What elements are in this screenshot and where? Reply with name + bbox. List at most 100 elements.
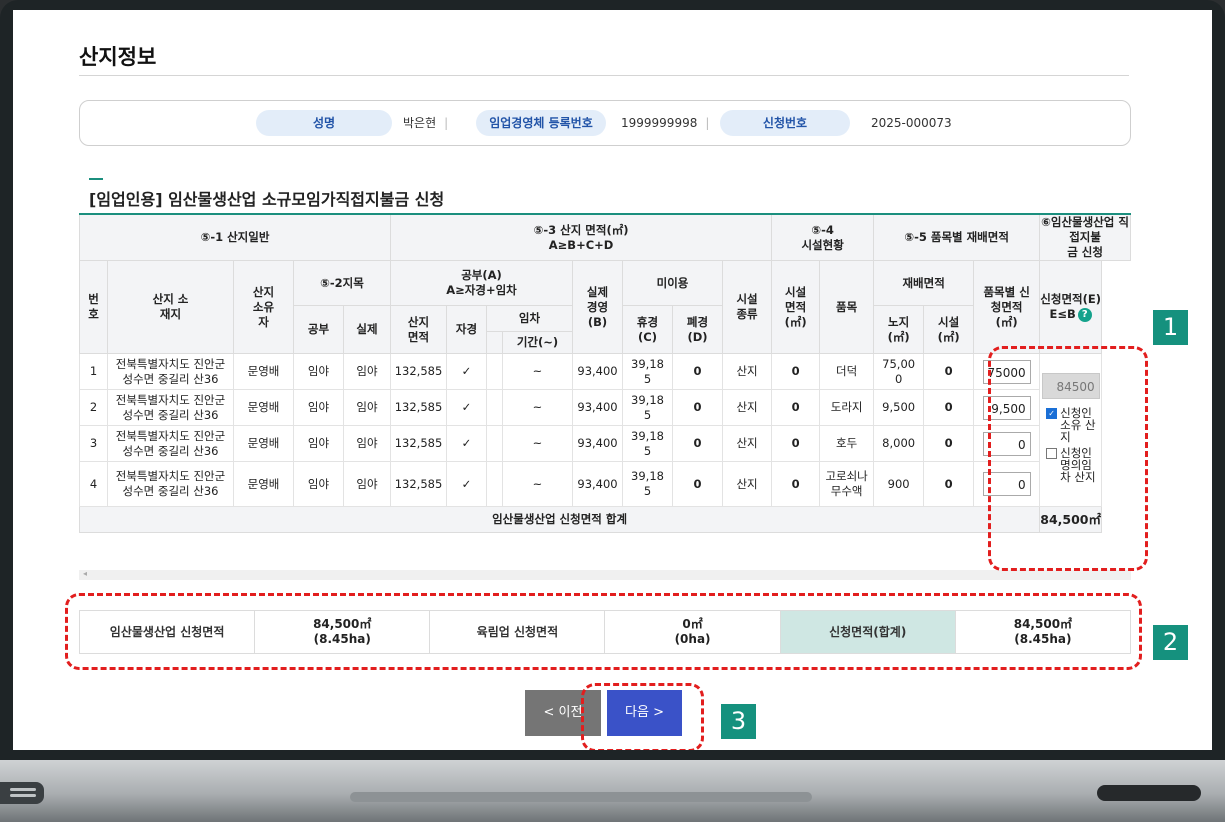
- row-item: 고로쇠나 무수액: [819, 461, 875, 507]
- row-fallow: 39,18 5: [622, 353, 673, 390]
- col-lease-blank: [486, 331, 503, 354]
- row-period: ~: [502, 353, 573, 390]
- row-closed: 0: [672, 389, 723, 426]
- horizontal-scrollbar[interactable]: ◂: [79, 569, 1131, 580]
- col-self: 자경: [446, 305, 487, 354]
- col-owner: 산지 소유자: [233, 260, 294, 354]
- col-closed-d: 폐경 (D): [672, 305, 723, 354]
- title-divider: [79, 75, 1129, 76]
- row-fac: 0: [923, 389, 975, 426]
- col-location: 산지 소재지: [107, 260, 234, 354]
- row-actual: 임야: [343, 425, 391, 462]
- app-number-value: 2025-000073: [871, 116, 952, 130]
- header-crop: ⑤-5 품목별 재배면적: [873, 213, 1041, 261]
- row-fallow: 39,18 5: [622, 425, 673, 462]
- row-area: 132,585: [390, 425, 447, 462]
- total-label: 임산물생산업 신청면적 합계: [78, 506, 1041, 533]
- row-actual: 임야: [343, 389, 391, 426]
- row-real: 93,400: [572, 389, 623, 426]
- row-actual: 임야: [343, 353, 391, 390]
- row-location: 전북특별자치도 진안군 성수면 중길리 산36: [107, 425, 234, 462]
- row-open: 75,00 0: [873, 353, 925, 390]
- row-no: 4: [79, 461, 108, 507]
- col-fac: 시설 (㎡): [923, 305, 975, 354]
- land-info-table: ⑤-1 산지일반 ⑤-3 산지 면적(㎡) A≥B+C+D ⑤-4 시설현황 ⑤-5…: [78, 213, 1131, 533]
- header-facility: ⑤-4 시설현황: [771, 213, 875, 261]
- col-open: 노지 (㎡): [873, 305, 925, 354]
- app-number-label: 신청번호: [720, 110, 850, 136]
- col-apply-e: 신청면적(E) E≤B?: [1039, 260, 1103, 354]
- row-owner: 문영배: [233, 389, 294, 426]
- row-real: 93,400: [572, 353, 623, 390]
- row-fallow: 39,18 5: [622, 389, 673, 426]
- row-fac: 0: [923, 425, 975, 462]
- header-apply: ⑥임산물생산업 직접지불 금 신청: [1039, 213, 1131, 261]
- page-title: 산지정보: [79, 45, 157, 69]
- row-facility-area: 0: [771, 353, 821, 390]
- callout-badge-3: 3: [721, 704, 756, 739]
- col-real-b: 실제 경영 (B): [572, 260, 623, 354]
- row-facility-area: 0: [771, 461, 821, 507]
- col-fallow-c: 휴경 (C): [622, 305, 673, 354]
- row-closed: 0: [672, 461, 723, 507]
- row-lease: [486, 353, 503, 390]
- highlight-box-2: [65, 593, 1142, 670]
- callout-badge-1: 1: [1153, 310, 1188, 345]
- col-jimok: ⑤-2지목: [293, 260, 391, 306]
- section-title: [임업인용] 임산물생산업 소규모임가직접지불금 신청: [89, 190, 445, 209]
- row-public: 임야: [293, 425, 344, 462]
- row-facility-type: 산지: [721, 389, 773, 426]
- col-facility-area: 시설 면적 (㎡): [771, 260, 821, 354]
- col-no: 번호: [79, 260, 108, 354]
- laptop-hinge-slot: [350, 792, 812, 802]
- col-public: 공부: [293, 305, 344, 354]
- laptop-base: [0, 760, 1225, 822]
- row-location: 전북특별자치도 진안군 성수면 중길리 산36: [107, 389, 234, 426]
- row-lease: [486, 389, 503, 426]
- col-item-apply: 품목별 신청면적 (㎡): [973, 260, 1041, 354]
- row-self: ✓: [446, 389, 487, 426]
- name-label: 성명: [256, 110, 392, 136]
- col-cultivation-area: 재배면적: [873, 260, 975, 306]
- row-fallow: 39,18 5: [622, 461, 673, 507]
- col-unused: 미이용: [622, 260, 723, 306]
- row-closed: 0: [672, 353, 723, 390]
- row-facility-type: 산지: [721, 425, 773, 462]
- row-self: ✓: [446, 425, 487, 462]
- table-row: 1 전북특별자치도 진안군 성수면 중길리 산36 문영배 임야 임야 132,5…: [79, 353, 1131, 507]
- row-location: 전북특별자치도 진안군 성수면 중길리 산36: [107, 461, 234, 507]
- row-owner: 문영배: [233, 353, 294, 390]
- row-no: 1: [79, 353, 108, 390]
- applicant-info-box: 성명 박은현 | 임업경영체 등록번호 1999999998 | 신청번호 2025…: [79, 100, 1131, 146]
- row-facility-type: 산지: [721, 353, 773, 390]
- row-location: 전북특별자치도 진안군 성수면 중길리 산36: [107, 353, 234, 390]
- row-public: 임야: [293, 353, 344, 390]
- row-facility-area: 0: [771, 425, 821, 462]
- help-icon[interactable]: ?: [1077, 307, 1092, 322]
- section-accent: [89, 178, 103, 180]
- row-item: 호두: [819, 425, 875, 462]
- row-lease: [486, 461, 503, 507]
- row-facility-type: 산지: [721, 461, 773, 507]
- header-area: ⑤-3 산지 면적(㎡) A≥B+C+D: [389, 213, 773, 261]
- row-real: 93,400: [572, 461, 623, 507]
- row-public: 임야: [293, 389, 344, 426]
- col-facility-type: 시설 종류: [721, 260, 773, 354]
- row-period: ~: [502, 389, 573, 426]
- row-self: ✓: [446, 353, 487, 390]
- row-no: 2: [79, 389, 108, 426]
- row-real: 93,400: [572, 425, 623, 462]
- col-item: 품목: [819, 260, 875, 354]
- row-open: 8,000: [873, 425, 925, 462]
- row-open: 900: [873, 461, 925, 507]
- table-row: 3 전북특별자치도 진안군 성수면 중길리 산36 문영배 임야 임야 132,5…: [79, 425, 1131, 462]
- callout-badge-2: 2: [1153, 625, 1188, 660]
- row-public: 임야: [293, 461, 344, 507]
- row-area: 132,585: [390, 461, 447, 507]
- row-self: ✓: [446, 461, 487, 507]
- row-actual: 임야: [343, 461, 391, 507]
- row-area: 132,585: [390, 389, 447, 426]
- reg-number-label: 임업경영체 등록번호: [476, 110, 606, 136]
- table-row: 4 전북특별자치도 진안군 성수면 중길리 산36 문영배 임야 임야 132,5…: [79, 461, 1131, 507]
- laptop-foot: [1097, 785, 1201, 801]
